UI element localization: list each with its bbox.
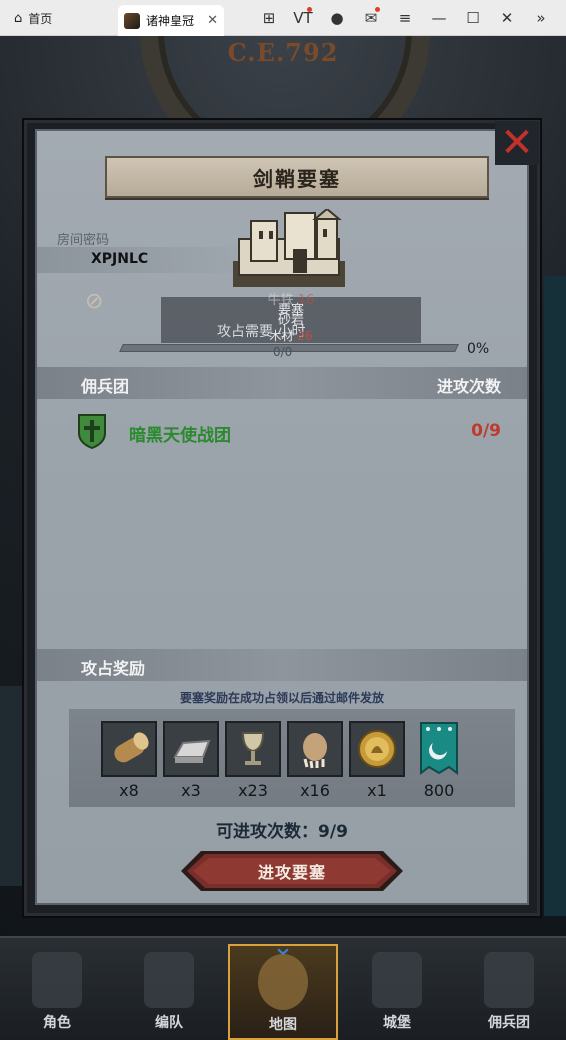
reward-qty: x23 (238, 781, 268, 800)
nav-label: 编队 (155, 1015, 183, 1031)
nav-label: 角色 (43, 1015, 71, 1031)
dialog-title: 剑鞘要塞 (105, 156, 489, 198)
left-side-decor (0, 686, 22, 886)
attack-button-label: 进攻要塞 (257, 863, 326, 882)
capture-progress-count: 0/0 (273, 345, 293, 359)
menu-icon[interactable]: ≡ (388, 9, 422, 27)
castle-icon (372, 952, 422, 1008)
capture-progress-fill (120, 345, 124, 351)
mercenary-section-header: 佣兵团 进攻次数 (37, 367, 527, 399)
nav-item-castle[interactable]: 城堡 (342, 944, 452, 1040)
reward-section-header: 攻占奖励 (37, 649, 527, 681)
game-tab-label: 诸神皇冠 (146, 14, 195, 28)
resource-line-3: 木材 26 (269, 329, 313, 343)
maximize-icon[interactable]: ☐ (456, 9, 490, 27)
nav-item-mercenary[interactable]: 佣兵团 (454, 944, 564, 1040)
gold-medal-icon (349, 721, 405, 777)
gamepad-icon[interactable]: ⊞ (252, 9, 286, 27)
guild-banner-icon (411, 721, 467, 777)
fortress-status-box: 要塞 牛铁 16 攻占需要 小时 砂岩 木材 26 (161, 293, 421, 343)
vt-button[interactable]: VT (286, 7, 320, 27)
game-thumbnail-icon (124, 12, 140, 29)
attack-fortress-button[interactable]: 进攻要塞 (181, 849, 403, 893)
resource-line-1: 牛铁 16 (267, 293, 315, 308)
close-window-icon[interactable]: ✕ (490, 9, 524, 27)
reward-list: x8 x3 x23 x16 x1 800 (69, 709, 515, 807)
fortress-icon (233, 209, 345, 287)
nav-item-map[interactable]: ⌄ 地图 (228, 932, 338, 1040)
knight-icon (32, 952, 82, 1008)
reward-item[interactable]: x3 (163, 721, 219, 800)
goblet-icon (225, 721, 281, 777)
reward-note: 要塞奖励在成功占领以后通过邮件发放 (179, 691, 384, 705)
capture-progress-percent: 0% (467, 341, 490, 357)
guild-name: 暗黑天使战团 (129, 426, 231, 446)
home-icon: ⌂ (14, 10, 23, 26)
guild-shield-icon (78, 414, 106, 449)
reward-qty: x8 (119, 781, 139, 800)
home-tab-label: 首页 (28, 11, 53, 26)
no-owner-icon: ⊘ (85, 289, 104, 314)
close-tab-icon[interactable]: ✕ (207, 13, 218, 28)
resource-line-2: 砂岩 (277, 313, 304, 328)
expand-sidebar-icon[interactable]: » (524, 9, 558, 27)
right-side-decor (544, 276, 566, 916)
remaining-attempts: 可进攻次数：9/9 (216, 822, 348, 842)
map-icon (258, 954, 308, 1010)
reward-item[interactable]: x8 (101, 721, 157, 800)
reward-qty: x16 (300, 781, 330, 800)
era-label: C.E.792 (227, 38, 339, 67)
reward-item[interactable]: x1 (349, 721, 405, 800)
reward-item[interactable]: x16 (287, 721, 343, 800)
avatar-icon[interactable]: ● (320, 9, 354, 27)
guild-row[interactable]: 暗黑天使战团 0/9 (37, 409, 527, 457)
fortress-dialog: 剑鞘要塞 房间密码 XPJNLC ⊘ 要塞 牛铁 16 攻占需要 小时 砂岩 木… (24, 120, 540, 916)
iron-ingot-icon (163, 721, 219, 777)
wood-log-icon (101, 721, 157, 777)
nav-label: 佣兵团 (488, 1015, 530, 1031)
mail-icon[interactable]: ✉ (354, 7, 388, 27)
browser-tab-bar: ⌂ 首页 诸神皇冠 ✕ ⊞ VT ● ✉ ≡ — ☐ ✕ » (0, 0, 566, 36)
reward-header-label: 攻占奖励 (81, 659, 146, 678)
room-code-label: 房间密码 (57, 233, 110, 248)
reward-item[interactable]: 800 (411, 721, 467, 800)
minimize-icon[interactable]: — (422, 9, 456, 27)
game-tab[interactable]: 诸神皇冠 ✕ (118, 5, 224, 36)
guild-attack-count: 0/9 (471, 421, 501, 441)
reward-qty: x3 (181, 781, 201, 800)
nav-label: 城堡 (383, 1015, 411, 1031)
nav-item-character[interactable]: 角色 (2, 944, 112, 1040)
mercenary-icon (484, 952, 534, 1008)
home-tab[interactable]: ⌂ 首页 (14, 0, 52, 36)
nav-label: 地图 (269, 1017, 297, 1033)
fur-pelt-icon (287, 721, 343, 777)
bottom-navigation: 角色 编队 ⌄ 地图 城堡 佣兵团 (0, 932, 566, 1040)
fortress-dialog-body: 剑鞘要塞 房间密码 XPJNLC ⊘ 要塞 牛铁 16 攻占需要 小时 砂岩 木… (35, 129, 529, 905)
room-code-value: XPJNLC (91, 251, 149, 267)
reward-qty: x1 (367, 781, 387, 800)
close-icon: ✕ (500, 120, 534, 166)
attack-count-header-label: 进攻次数 (436, 377, 501, 396)
close-dialog-button[interactable]: ✕ (495, 121, 539, 165)
helmet-icon (144, 952, 194, 1008)
mercenary-header-label: 佣兵团 (81, 377, 130, 396)
reward-item[interactable]: x23 (225, 721, 281, 800)
reward-qty: 800 (423, 781, 455, 800)
nav-item-formation[interactable]: 编队 (114, 944, 224, 1040)
